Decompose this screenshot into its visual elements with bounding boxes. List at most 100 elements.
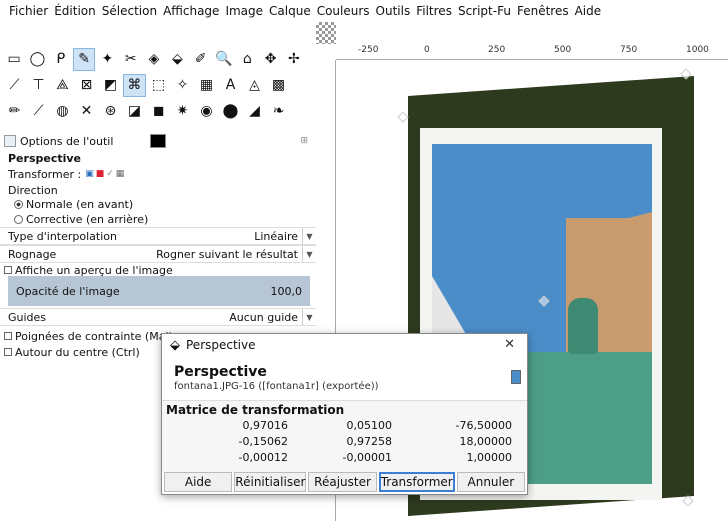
tool-row3-6-icon[interactable]: ◼ <box>148 101 169 122</box>
matrix-cell: -0,00012 <box>238 450 288 464</box>
matrix-cell: -76,50000 <box>455 418 512 432</box>
chevron-down-icon[interactable]: ▼ <box>302 228 316 244</box>
tool-row2-3-icon[interactable]: ⊠ <box>76 75 97 96</box>
horizontal-ruler: -250 0 250 500 750 1000 <box>336 44 728 60</box>
tool-row3-7-icon[interactable]: ✷ <box>172 101 193 122</box>
tool-row1-11-icon[interactable]: ✥ <box>260 49 280 70</box>
tool-row2-8-icon[interactable]: ▦ <box>196 75 217 96</box>
menu-colors[interactable]: Couleurs <box>314 4 373 18</box>
tool-row2-4-icon[interactable]: ◩ <box>100 75 121 96</box>
readjust-button[interactable]: Réajuster <box>308 472 377 492</box>
close-icon[interactable]: ✕ <box>504 337 515 352</box>
tool-row3-3-icon[interactable]: ✕ <box>76 101 97 122</box>
tool-row1-0-icon[interactable]: ▭ <box>4 49 24 70</box>
preview-checkbox[interactable]: Affiche un aperçu de l'image <box>0 263 316 277</box>
tool-row2-2-icon[interactable]: ⟁ <box>52 75 73 96</box>
clipping-combo[interactable]: Rognage Rogner suivant le résultat ▼ <box>0 245 316 263</box>
interpolation-combo[interactable]: Type d'interpolation Linéaire ▼ <box>0 227 316 245</box>
tool-row3-0-icon[interactable]: ✏ <box>4 101 25 122</box>
tool-row1-6-icon[interactable]: ◈ <box>144 49 164 70</box>
transform-path-icon[interactable]: ✓ <box>106 169 114 179</box>
help-button[interactable]: Aide <box>164 472 233 492</box>
chevron-down-icon[interactable]: ▼ <box>302 246 316 262</box>
tool-row3-10-icon[interactable]: ◢ <box>244 101 265 122</box>
direction-normal-label: Normale (en avant) <box>26 198 134 211</box>
tool-row1-2-icon[interactable]: ᑭ <box>51 49 71 70</box>
menu-tools[interactable]: Outils <box>373 4 414 18</box>
menu-view[interactable]: Affichage <box>160 4 222 18</box>
menu-select[interactable]: Sélection <box>99 4 160 18</box>
tool-row1-10-icon[interactable]: ⌂ <box>237 49 257 70</box>
tool-row1-1-icon[interactable]: ◯ <box>27 49 47 70</box>
matrix-cell: -0,00001 <box>342 450 392 464</box>
ruler-tick: 0 <box>424 45 430 55</box>
tool-row2-1-icon[interactable]: ⊤ <box>28 75 49 96</box>
tool-row-3: ✏ ⟋ ◍ ✕ ⊛ ◪ ◼ ✷ ◉ ⬤ ◢ ❧ <box>4 100 304 122</box>
tool-row3-11-icon[interactable]: ❧ <box>268 101 289 122</box>
tool-row2-5-icon[interactable]: ⌘ <box>123 73 146 97</box>
opacity-value: 100,0 <box>270 284 303 298</box>
menu-help[interactable]: Aide <box>572 4 605 18</box>
menu-layer[interactable]: Calque <box>266 4 314 18</box>
reset-button[interactable]: Réinitialiser <box>234 472 307 492</box>
tool-row1-8-icon[interactable]: ✐ <box>191 49 211 70</box>
tool-row3-1-icon[interactable]: ⟋ <box>28 101 49 122</box>
tool-row1-12-icon[interactable]: ✢ <box>284 49 304 70</box>
preview-label: Affiche un aperçu de l'image <box>15 263 173 277</box>
tool-row3-4-icon[interactable]: ⊛ <box>100 101 121 122</box>
interpolation-label: Type d'interpolation <box>8 229 117 243</box>
dialog-window-title: Perspective <box>186 338 256 352</box>
transform-button[interactable]: Transformer <box>378 472 455 492</box>
dialog-titlebar[interactable]: ⬙ Perspective <box>162 334 527 356</box>
tool-row2-10-icon[interactable]: ◬ <box>244 75 265 96</box>
menu-windows[interactable]: Fenêtres <box>514 4 572 18</box>
tool-options-icon <box>4 135 16 147</box>
tool-row2-9-icon[interactable]: A <box>220 75 241 96</box>
transform-layer-icon[interactable]: ▣ <box>85 169 94 179</box>
tab-menu-icon[interactable]: ⊞ <box>300 136 308 146</box>
quick-mask-icon[interactable] <box>316 22 336 44</box>
transformer-label: Transformer : <box>8 167 82 181</box>
transform-selection-icon[interactable]: ■ <box>96 169 105 179</box>
tool-row3-2-icon[interactable]: ◍ <box>52 101 73 122</box>
tool-row1-5-icon[interactable]: ✂ <box>121 49 141 70</box>
tool-row3-8-icon[interactable]: ◉ <box>196 101 217 122</box>
direction-corrective-radio[interactable]: Corrective (en arrière) <box>0 212 316 227</box>
guides-value: Aucun guide <box>229 310 298 324</box>
tool-row-2: ⟋ ⊤ ⟁ ⊠ ◩ ⌘ ⬚ ✧ ▦ A ◬ ▩ <box>4 73 304 97</box>
menu-file[interactable]: Fichier <box>6 4 51 18</box>
tool-row3-5-icon[interactable]: ◪ <box>124 101 145 122</box>
transform-matrix: Matrice de transformation 0,97016 0,0510… <box>162 400 527 472</box>
chevron-down-icon[interactable]: ▼ <box>302 309 316 325</box>
cancel-button[interactable]: Annuler <box>456 472 525 492</box>
ruler-tick: 1000 <box>686 45 709 55</box>
matrix-cell: 0,97258 <box>346 434 393 448</box>
direction-normal-radio[interactable]: Normale (en avant) <box>0 197 316 212</box>
tool-options-tab[interactable]: Options de l'outil ⊞ <box>4 132 316 150</box>
guides-combo[interactable]: Guides Aucun guide ▼ <box>0 308 316 326</box>
tool-row2-11-icon[interactable]: ▩ <box>268 75 289 96</box>
menu-script-fu[interactable]: Script-Fu <box>455 4 514 18</box>
transform-image-icon[interactable]: ▦ <box>116 169 125 179</box>
ruler-tick: 750 <box>620 45 638 55</box>
constraint-label: Poignées de contrainte (Maj) <box>15 329 173 343</box>
menu-edit[interactable]: Édition <box>51 4 99 18</box>
tool-row2-0-icon[interactable]: ⟋ <box>4 75 25 96</box>
menu-image[interactable]: Image <box>222 4 266 18</box>
tool-row1-7-icon[interactable]: ⬙ <box>167 49 187 70</box>
opacity-slider[interactable]: Opacité de l'image 100,0 <box>8 276 310 306</box>
tool-row1-4-icon[interactable]: ✦ <box>97 49 117 70</box>
matrix-cell: 18,00000 <box>459 434 513 448</box>
tool-row1-3-icon[interactable]: ✎ <box>72 47 96 71</box>
tool-row2-6-icon[interactable]: ⬚ <box>148 75 169 96</box>
tool-row3-9-icon[interactable]: ⬤ <box>220 101 241 122</box>
menu-filters[interactable]: Filtres <box>413 4 455 18</box>
matrix-title: Matrice de transformation <box>166 403 345 417</box>
tool-row2-7-icon[interactable]: ✧ <box>172 75 193 96</box>
radio-on-icon <box>14 200 23 209</box>
tool-row1-9-icon[interactable]: 🔍 <box>214 49 234 70</box>
matrix-cell: 1,00000 <box>466 450 513 464</box>
dialog-heading: Perspective <box>174 364 267 380</box>
clipping-value: Rogner suivant le résultat <box>156 247 298 261</box>
guides-label: Guides <box>8 310 47 324</box>
